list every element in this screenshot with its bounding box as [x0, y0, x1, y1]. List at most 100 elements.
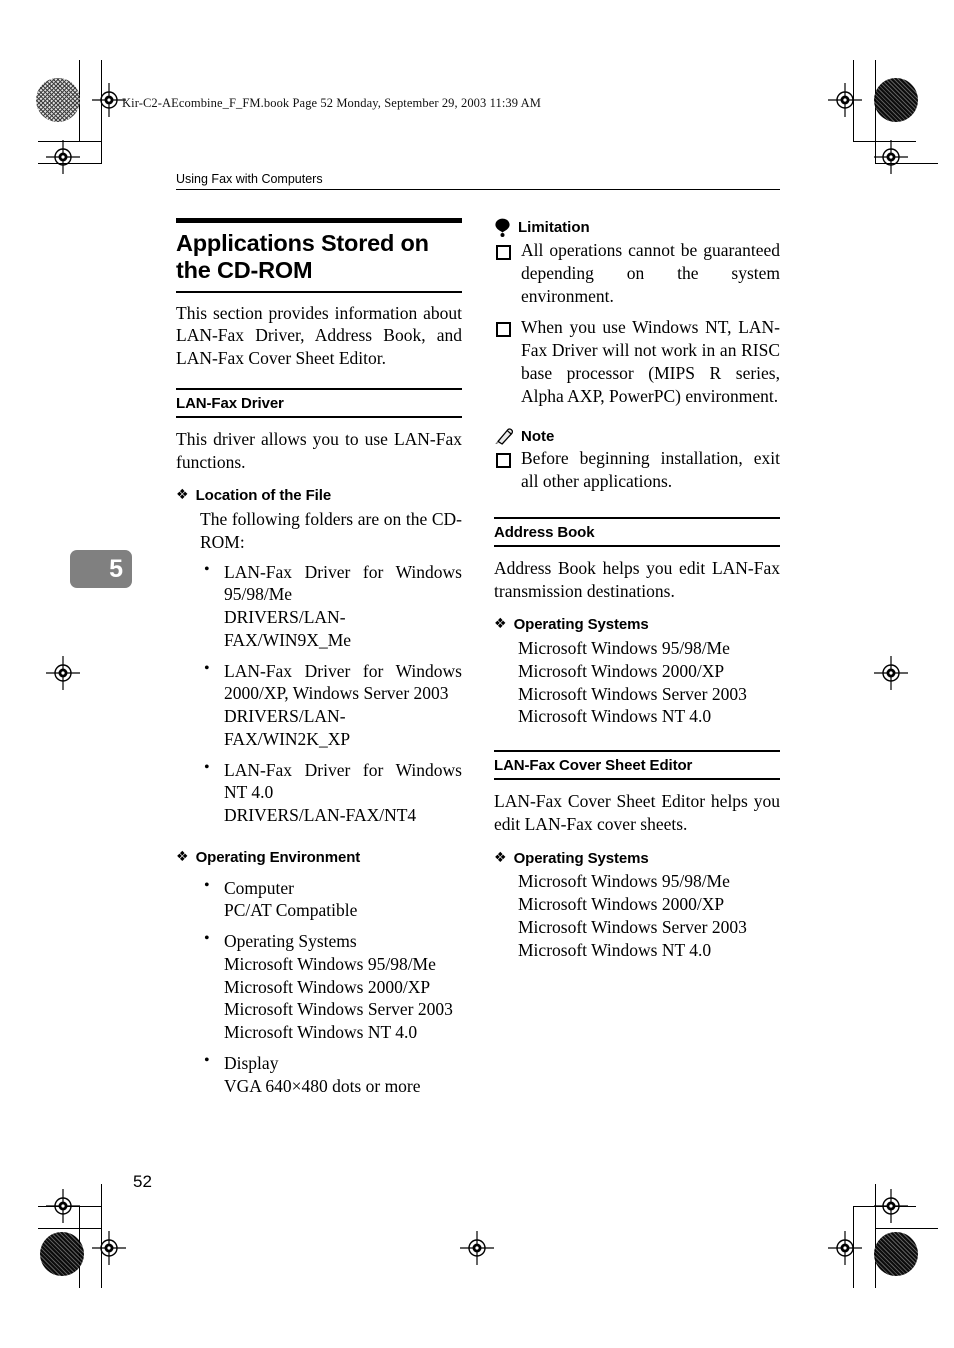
section-rule-bottom [494, 544, 780, 547]
limitation-label: Limitation [518, 219, 590, 236]
section-heading: LAN-Fax Driver [176, 394, 284, 412]
os-line: Microsoft Windows Server 2003 [518, 683, 747, 704]
section-rule-top [494, 750, 780, 752]
subsection-operating-environment: ❖ Operating Environment [176, 849, 462, 868]
registration-target [828, 83, 862, 117]
density-patch-dark [874, 1232, 918, 1276]
page-title: Applications Stored on the CD-ROM [176, 230, 429, 284]
env-label: Operating Systems [224, 931, 357, 951]
page-number: 52 [133, 1172, 152, 1191]
section-body: Address Book helps you edit LAN-Fax tran… [494, 557, 780, 601]
os-line: Microsoft Windows 95/98/Me [518, 871, 730, 892]
note-list: Before beginning installation, exit all … [494, 447, 780, 493]
subsection-operating-systems: ❖ Operating Systems [494, 850, 780, 869]
driver-name: LAN-Fax Driver for Windows 2000/XP, Wind… [224, 660, 462, 704]
list-item: LAN-Fax Driver for Windows NT 4.0 DRIVER… [200, 757, 462, 827]
note-block: Note Before beginning installation, exit… [494, 427, 780, 493]
list-item: All operations cannot be guaranteed depe… [494, 239, 780, 307]
subsection-heading: Operating Systems [513, 616, 649, 634]
limitation-list: All operations cannot be guaranteed depe… [494, 239, 780, 407]
section-body: This driver allows you to use LAN-Fax fu… [176, 428, 462, 472]
os-line: Microsoft Windows NT 4.0 [518, 706, 712, 727]
driver-location-list: LAN-Fax Driver for Windows 95/98/Me DRIV… [200, 560, 462, 827]
density-patch-dark [40, 1232, 84, 1276]
limitation-icon [494, 218, 511, 237]
list-item: Operating Systems Microsoft Windows 95/9… [200, 929, 462, 1044]
book-file-slug: Kir-C2-AEcombine_F_FM.book Page 52 Monda… [122, 96, 541, 110]
address-book-os-list: Microsoft Windows 95/98/Me Microsoft Win… [518, 637, 780, 728]
section-heading: LAN-Fax Cover Sheet Editor [494, 757, 693, 774]
operating-environment-list: Computer PC/AT Compatible Operating Syst… [200, 876, 462, 1098]
density-patch-light [36, 78, 80, 122]
running-head-rule [176, 189, 780, 190]
subsection-heading: Operating Systems [513, 849, 649, 867]
section-body: LAN-Fax Cover Sheet Editor helps you edi… [494, 791, 780, 834]
location-lead: The following folders are on the CD-ROM: [200, 509, 462, 552]
diamond-bullet-icon: ❖ [176, 487, 189, 504]
section-heading: Address Book [494, 523, 595, 541]
note-header: Note [494, 427, 780, 445]
limitation-block: Limitation All operations cannot be guar… [494, 218, 780, 407]
list-item: Before beginning installation, exit all … [494, 447, 780, 493]
list-item: Computer PC/AT Compatible [200, 876, 462, 923]
location-body: The following folders are on the CD-ROM: [200, 508, 462, 554]
driver-path: DRIVERS/LAN-FAX/WIN9X_Me [224, 607, 352, 650]
diamond-bullet-icon: ❖ [176, 848, 189, 865]
diamond-bullet-icon: ❖ [494, 849, 507, 866]
section-cover-sheet-editor: LAN-Fax Cover Sheet Editor [494, 750, 780, 780]
driver-path: DRIVERS/LAN-FAX/NT4 [224, 805, 417, 825]
os-line: Microsoft Windows 95/98/Me [518, 638, 730, 658]
driver-name: LAN-Fax Driver for Windows NT 4.0 [224, 759, 462, 803]
registration-target [92, 1231, 126, 1265]
running-head: Using Fax with Computers [176, 172, 780, 190]
subsection-location-of-file: ❖ Location of the File [176, 487, 462, 506]
section-address-book: Address Book [494, 516, 780, 547]
running-head-text: Using Fax with Computers [176, 172, 323, 186]
registration-target [46, 140, 80, 174]
list-item: When you use Windows NT, LAN-Fax Driver … [494, 316, 780, 407]
cover-sheet-os-list: Microsoft Windows 95/98/Me Microsoft Win… [518, 870, 780, 961]
subsection-operating-systems: ❖ Operating Systems [494, 616, 780, 635]
registration-target [92, 83, 126, 117]
section-rule-top [494, 516, 780, 519]
env-value: VGA 640×480 dots or more [224, 1075, 421, 1096]
registration-target [46, 656, 80, 690]
env-value: PC/AT Compatible [224, 900, 358, 921]
limitation-header: Limitation [494, 218, 780, 237]
os-line: Microsoft Windows 2000/XP [518, 894, 725, 914]
driver-name: LAN-Fax Driver for Windows 95/98/Me [224, 561, 462, 605]
env-label: Computer [224, 877, 294, 898]
env-value: Microsoft Windows 95/98/Me [224, 953, 436, 974]
section-rule-bottom [176, 415, 462, 418]
env-label: Display [224, 1052, 279, 1073]
scanned-manual-page: Kir-C2-AEcombine_F_FM.book Page 52 Monda… [0, 0, 954, 1348]
note-label: Note [521, 427, 555, 445]
list-item: LAN-Fax Driver for Windows 95/98/Me DRIV… [200, 560, 462, 652]
right-column: Limitation All operations cannot be guar… [494, 218, 780, 961]
registration-target [828, 1231, 862, 1265]
os-line: Microsoft Windows 2000/XP [518, 660, 725, 681]
section-lan-fax-driver: LAN-Fax Driver [176, 387, 462, 418]
registration-target [46, 1189, 80, 1223]
registration-target [460, 1231, 494, 1265]
section-rule-bottom [494, 778, 780, 780]
driver-path: DRIVERS/LAN-FAX/WIN2K_XP [224, 706, 351, 749]
registration-target [874, 140, 908, 174]
intro-paragraph: This section provides information about … [176, 302, 462, 369]
list-item: LAN-Fax Driver for Windows 2000/XP, Wind… [200, 659, 462, 751]
diamond-bullet-icon: ❖ [494, 616, 507, 633]
env-value: Microsoft Windows 2000/XP [224, 976, 431, 997]
chapter-number-tab: 5 [70, 550, 132, 588]
density-patch-dark [874, 78, 918, 122]
env-value: Microsoft Windows Server 2003 [224, 999, 453, 1020]
registration-target [874, 656, 908, 690]
registration-target [874, 1189, 908, 1223]
note-pencil-icon [494, 427, 514, 445]
title-rule-bottom [176, 290, 462, 293]
subsection-heading: Operating Environment [195, 848, 361, 866]
title-rule-top [176, 218, 462, 223]
left-column: Applications Stored on the CD-ROM This s… [176, 218, 462, 1097]
os-line: Microsoft Windows NT 4.0 [518, 939, 712, 960]
os-line: Microsoft Windows Server 2003 [518, 916, 747, 937]
subsection-heading: Location of the File [195, 487, 332, 505]
